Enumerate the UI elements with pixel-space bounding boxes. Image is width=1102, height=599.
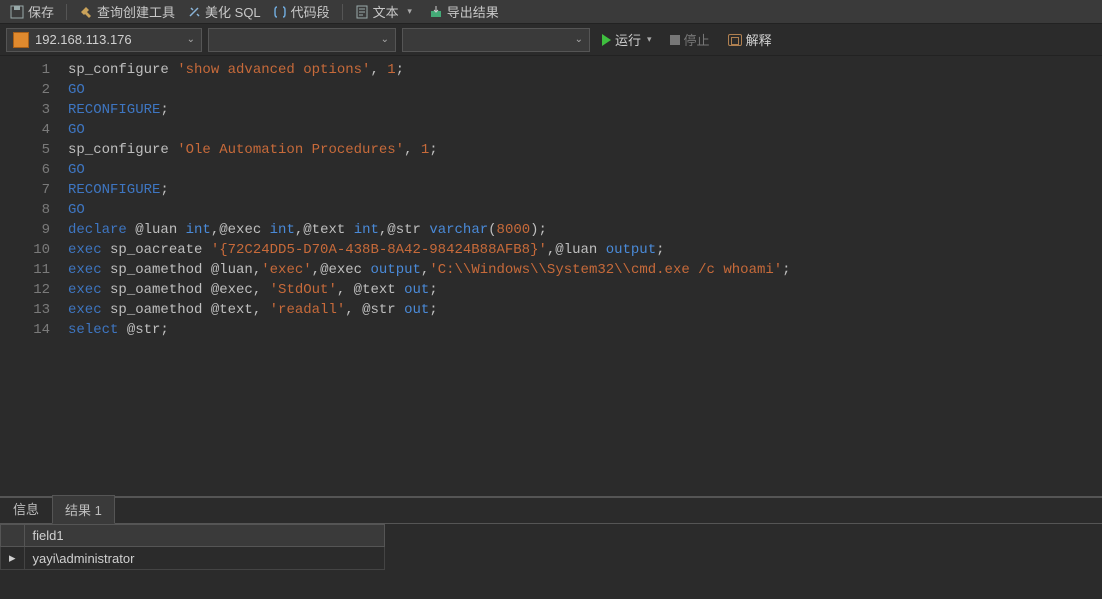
main-toolbar: 保存 查询创建工具 美化 SQL 代码段 文本 ▾ 导出结果 — [0, 0, 1102, 24]
code-area[interactable]: sp_configure 'show advanced options', 1;… — [62, 56, 1102, 496]
line-number-gutter: 1234567891011121314 — [0, 56, 62, 496]
hammer-icon — [79, 5, 93, 19]
explain-icon — [728, 34, 742, 46]
wand-icon — [187, 5, 201, 19]
code-line[interactable]: GO — [68, 80, 1102, 100]
beautify-label: 美化 SQL — [205, 2, 261, 21]
code-line[interactable]: GO — [68, 120, 1102, 140]
connection-bar: 192.168.113.176 ⌄ ⌄ ⌄ 运行 ▾ 停止 解释 — [0, 24, 1102, 56]
line-number: 12 — [0, 280, 50, 300]
save-button[interactable]: 保存 — [6, 1, 58, 23]
beautify-sql-button[interactable]: 美化 SQL — [183, 1, 265, 23]
table-row[interactable]: ▸yayi\administrator — [1, 547, 385, 570]
code-line[interactable]: exec sp_oamethod @luan,'exec',@exec outp… — [68, 260, 1102, 280]
code-line[interactable]: GO — [68, 200, 1102, 220]
code-line[interactable]: exec sp_oamethod @exec, 'StdOut', @text … — [68, 280, 1102, 300]
line-number: 3 — [0, 100, 50, 120]
line-number: 6 — [0, 160, 50, 180]
code-line[interactable]: sp_configure 'Ole Automation Procedures'… — [68, 140, 1102, 160]
export-results-button[interactable]: 导出结果 — [425, 1, 503, 23]
brackets-icon — [273, 5, 287, 19]
code-line[interactable]: RECONFIGURE; — [68, 180, 1102, 200]
code-line[interactable]: GO — [68, 160, 1102, 180]
code-line[interactable]: exec sp_oamethod @text, 'readall', @str … — [68, 300, 1102, 320]
line-number: 5 — [0, 140, 50, 160]
stop-label: 停止 — [684, 30, 710, 49]
export-icon — [429, 5, 443, 19]
chevron-down-icon: ▾ — [403, 5, 417, 19]
text-label: 文本 — [373, 2, 399, 21]
run-label: 运行 — [615, 30, 641, 49]
line-number: 11 — [0, 260, 50, 280]
code-line[interactable]: exec sp_oacreate '{72C24DD5-D70A-438B-8A… — [68, 240, 1102, 260]
line-number: 4 — [0, 120, 50, 140]
line-number: 1 — [0, 60, 50, 80]
line-number: 9 — [0, 220, 50, 240]
chevron-down-icon: ⌄ — [381, 34, 389, 45]
chevron-down-icon: ▾ — [647, 34, 652, 45]
line-number: 2 — [0, 80, 50, 100]
explain-button[interactable]: 解释 — [722, 30, 778, 49]
server-icon — [13, 32, 29, 48]
tab-result-1[interactable]: 结果 1 — [52, 495, 115, 524]
results-panel: 信息 结果 1 field1 ▸yayi\administrator — [0, 496, 1102, 599]
line-number: 7 — [0, 180, 50, 200]
query-builder-label: 查询创建工具 — [97, 2, 175, 21]
line-number: 13 — [0, 300, 50, 320]
stop-button: 停止 — [664, 30, 716, 49]
line-number: 10 — [0, 240, 50, 260]
code-line[interactable]: sp_configure 'show advanced options', 1; — [68, 60, 1102, 80]
play-icon — [602, 34, 611, 46]
snippets-label: 代码段 — [291, 2, 330, 21]
sql-editor[interactable]: 1234567891011121314 sp_configure 'show a… — [0, 56, 1102, 496]
run-button[interactable]: 运行 ▾ — [596, 28, 658, 52]
chevron-down-icon: ⌄ — [187, 34, 195, 45]
results-tabs: 信息 结果 1 — [0, 498, 1102, 524]
export-label: 导出结果 — [447, 2, 499, 21]
connection-label: 192.168.113.176 — [35, 32, 132, 47]
cell-value[interactable]: yayi\administrator — [24, 547, 384, 570]
chevron-down-icon: ⌄ — [575, 34, 583, 45]
schema-dropdown[interactable]: ⌄ — [402, 28, 590, 52]
stop-icon — [670, 35, 680, 45]
separator — [66, 4, 67, 20]
database-dropdown[interactable]: ⌄ — [208, 28, 396, 52]
save-label: 保存 — [28, 2, 54, 21]
column-header[interactable]: field1 — [24, 525, 384, 547]
code-line[interactable]: declare @luan int,@exec int,@text int,@s… — [68, 220, 1102, 240]
document-icon — [355, 5, 369, 19]
query-builder-button[interactable]: 查询创建工具 — [75, 1, 179, 23]
row-marker: ▸ — [1, 547, 25, 570]
text-mode-button[interactable]: 文本 ▾ — [351, 1, 421, 23]
code-line[interactable]: RECONFIGURE; — [68, 100, 1102, 120]
explain-label: 解释 — [746, 30, 772, 49]
code-line[interactable]: select @str; — [68, 320, 1102, 340]
snippets-button[interactable]: 代码段 — [269, 1, 334, 23]
separator — [342, 4, 343, 20]
line-number: 14 — [0, 320, 50, 340]
results-grid[interactable]: field1 ▸yayi\administrator — [0, 524, 1102, 599]
tab-info[interactable]: 信息 — [0, 494, 52, 523]
row-marker-header — [1, 525, 25, 547]
save-icon — [10, 5, 24, 19]
line-number: 8 — [0, 200, 50, 220]
connection-dropdown[interactable]: 192.168.113.176 ⌄ — [6, 28, 202, 52]
